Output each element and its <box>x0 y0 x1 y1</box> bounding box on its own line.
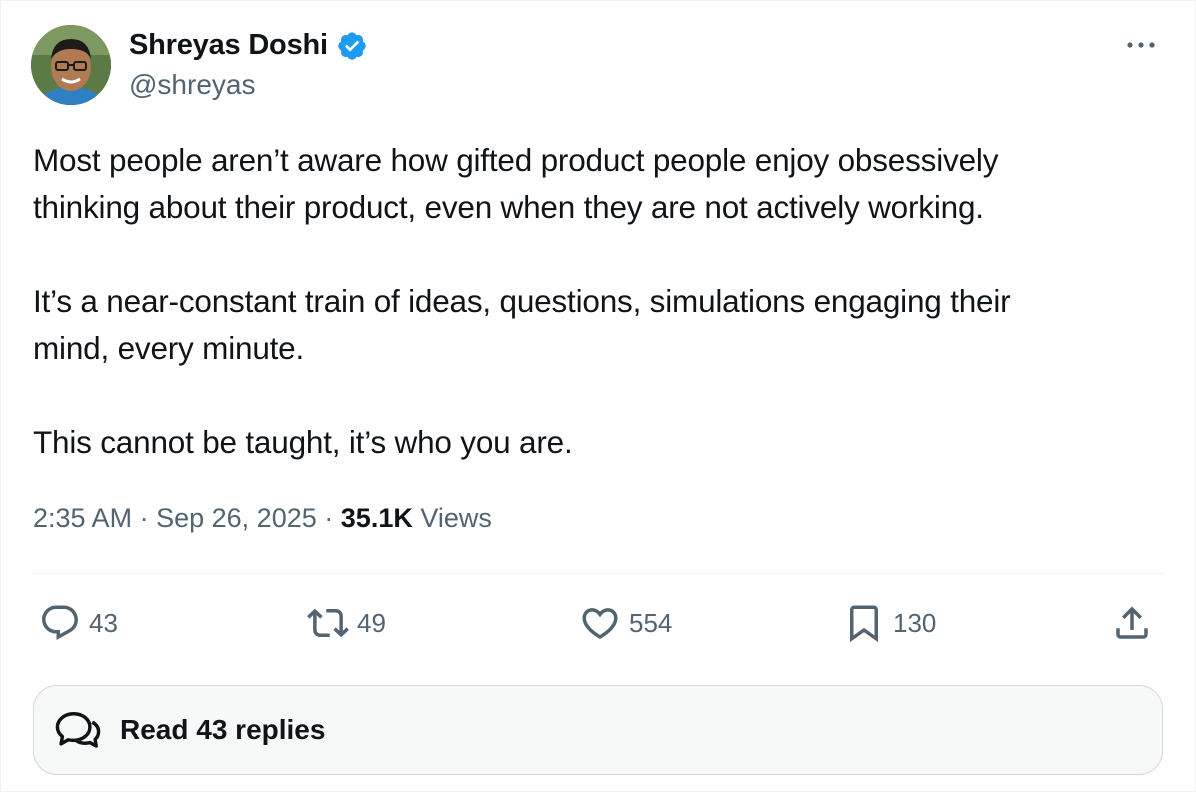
retweet-button[interactable]: 49 <box>307 601 386 645</box>
tweet-line: thinking about their product, even when … <box>33 189 984 225</box>
retweet-count: 49 <box>357 607 386 638</box>
read-replies-button[interactable]: Read 43 replies <box>33 685 1163 775</box>
author-handle[interactable]: @shreyas <box>129 69 255 101</box>
reply-count: 43 <box>89 607 118 638</box>
reply-icon <box>42 605 78 640</box>
author-name-row[interactable]: Shreyas Doshi <box>129 29 368 62</box>
like-button[interactable]: 554 <box>579 601 672 645</box>
reply-button[interactable]: 43 <box>39 601 118 645</box>
views-count: 35.1K <box>340 503 413 533</box>
tweet-text: Most people aren’t aware how gifted prod… <box>33 137 1173 466</box>
chat-bubbles-icon <box>55 712 101 748</box>
tweet-line: This cannot be taught, it’s who you are. <box>33 424 573 460</box>
bookmark-count: 130 <box>893 607 937 638</box>
views-label: Views <box>420 503 492 533</box>
bookmark-button[interactable]: 130 <box>843 601 936 645</box>
avatar-image <box>31 25 111 105</box>
verified-badge-icon[interactable] <box>336 30 368 62</box>
read-replies-label: Read 43 replies <box>120 714 326 745</box>
tweet-line: mind, every minute. <box>33 330 305 366</box>
tweet-date[interactable]: Sep 26, 2025 <box>156 503 317 533</box>
meta-separator: · <box>139 503 149 533</box>
avatar[interactable] <box>31 25 111 105</box>
more-options-icon[interactable] <box>1123 31 1159 59</box>
tweet-line: Most people aren’t aware how gifted prod… <box>33 142 999 178</box>
heart-icon <box>582 608 618 640</box>
share-icon <box>1116 606 1148 639</box>
tweet-time[interactable]: 2:35 AM <box>33 503 132 533</box>
tweet-line: It’s a near-constant train of ideas, que… <box>33 283 1011 319</box>
tweet-meta: 2:35 AM · Sep 26, 2025 · 35.1K Views <box>33 503 492 534</box>
tweet-card: Shreyas Doshi @shreyas Most people aren’… <box>0 0 1196 792</box>
bookmark-icon <box>850 605 878 643</box>
like-count: 554 <box>629 607 673 638</box>
meta-separator: · <box>324 503 334 533</box>
retweet-icon <box>307 608 349 638</box>
author-name[interactable]: Shreyas Doshi <box>129 29 328 62</box>
divider <box>33 573 1165 574</box>
share-button[interactable] <box>1111 601 1153 645</box>
